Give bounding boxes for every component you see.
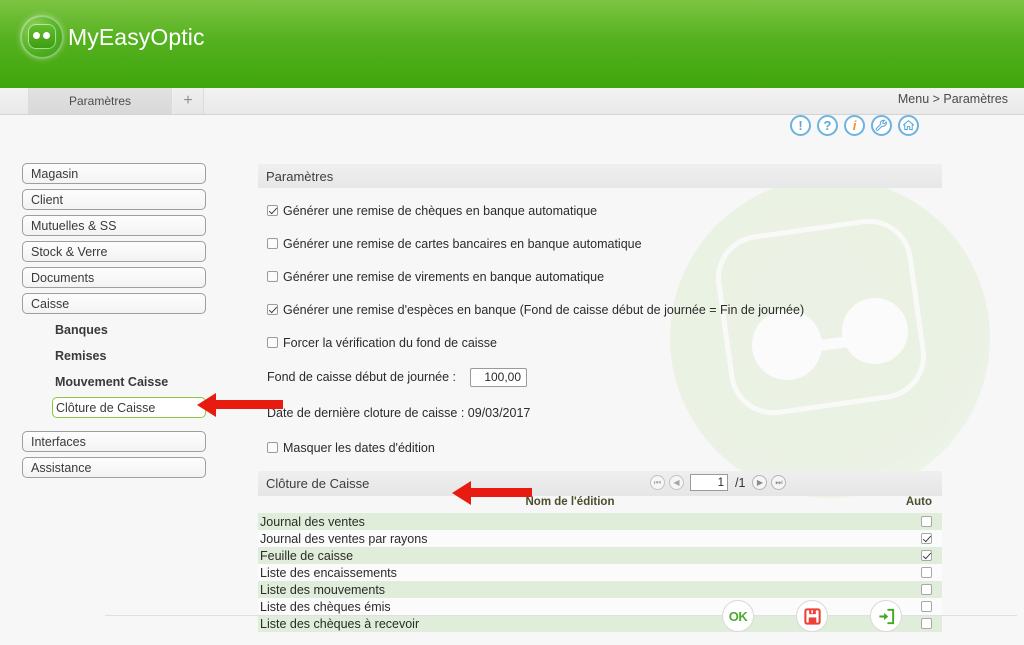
sidebar-item-stock-verre[interactable]: Stock & Verre	[22, 241, 206, 262]
fond-caisse-label: Fond de caisse début de journée :	[267, 370, 457, 384]
footer-actions: OK	[722, 600, 902, 632]
home-icon[interactable]	[898, 115, 919, 136]
alert-icon[interactable]: !	[790, 115, 811, 136]
subpanel-title-cloture: Clôture de Caisse ⏮ ◀ /1 ▶ ⏭	[258, 471, 942, 496]
help-icon[interactable]: ?	[817, 115, 838, 136]
label-masquer-dates: Masquer les dates d'édition	[283, 440, 435, 455]
save-button[interactable]	[796, 600, 828, 632]
row-label: Liste des chèques émis	[260, 599, 391, 614]
option-row-especes[interactable]: Générer une remise d'espèces en banque (…	[258, 299, 942, 320]
brand-logo: MyEasyOptic	[20, 15, 205, 59]
row-auto-checkbox[interactable]	[921, 567, 932, 578]
option-row-virements[interactable]: Générer une remise de virements en banqu…	[258, 266, 942, 287]
table-row[interactable]: Journal des ventes par rayons	[258, 530, 942, 547]
label-remise-cartes-bancaires: Générer une remise de cartes bancaires e…	[283, 236, 642, 251]
sidebar-item-magasin[interactable]: Magasin	[22, 163, 206, 184]
floppy-disk-icon	[803, 607, 821, 625]
ok-button[interactable]: OK	[722, 600, 754, 632]
app-header: MyEasyOptic	[0, 0, 1024, 88]
ok-button-label: OK	[728, 608, 748, 624]
settings-wrench-icon[interactable]	[871, 115, 892, 136]
panel-title-parametres: Paramètres	[258, 164, 942, 188]
cloture-title: Clôture de Caisse	[266, 476, 370, 491]
pager-prev-button[interactable]: ◀	[669, 475, 684, 490]
row-label: Journal des ventes	[260, 514, 365, 529]
tab-parametres[interactable]: Paramètres	[28, 88, 172, 114]
glasses-logo-icon	[20, 15, 64, 59]
logo-square-shape	[29, 25, 55, 48]
row-auto-checkbox[interactable]	[921, 618, 932, 629]
add-tab-button[interactable]: +	[173, 88, 204, 114]
sidebar: Magasin Client Mutuelles & SS Stock & Ve…	[22, 163, 206, 483]
sidebar-item-documents[interactable]: Documents	[22, 267, 206, 288]
row-auto-checkbox[interactable]	[921, 584, 932, 595]
last-closure-row: Date de dernière cloture de caisse : 09/…	[258, 401, 942, 425]
checkbox-remise-cheques[interactable]	[267, 205, 278, 216]
sidebar-item-mutuelles-ss[interactable]: Mutuelles & SS	[22, 215, 206, 236]
table-row[interactable]: Journal des ventes	[258, 513, 942, 530]
checkbox-forcer-verification[interactable]	[267, 337, 278, 348]
pagination-controls: ⏮ ◀ /1 ▶ ⏭	[650, 474, 787, 491]
option-row-cartes-bancaires[interactable]: Générer une remise de cartes bancaires e…	[258, 233, 942, 254]
pager-first-button[interactable]: ⏮	[650, 475, 665, 490]
exit-door-icon	[878, 608, 894, 624]
fond-caisse-input[interactable]	[470, 367, 528, 387]
last-closure-text: Date de dernière cloture de caisse : 09/…	[267, 406, 531, 420]
row-label: Liste des encaissements	[260, 565, 397, 580]
table-header-row: Nom de l'édition Auto	[258, 496, 942, 513]
label-forcer-verification: Forcer la vérification du fond de caisse	[283, 335, 497, 350]
sidebar-item-client[interactable]: Client	[22, 189, 206, 210]
row-label: Liste des chèques à recevoir	[260, 616, 420, 631]
sidebar-item-caisse[interactable]: Caisse	[22, 293, 206, 314]
tab-strip: Paramètres + Menu > Paramètres	[0, 88, 1024, 115]
row-auto-checkbox[interactable]	[921, 550, 932, 561]
table-row[interactable]: Liste des mouvements	[258, 581, 942, 598]
breadcrumb: Menu > Paramètres	[897, 92, 1008, 106]
brand-name: MyEasyOptic	[68, 23, 205, 50]
table-row[interactable]: Liste des encaissements	[258, 564, 942, 581]
main-panel: Paramètres Générer une remise de chèques…	[258, 164, 942, 632]
sidebar-item-banques[interactable]: Banques	[52, 319, 206, 340]
logo-eye-left	[33, 32, 40, 39]
pager-next-button[interactable]: ▶	[752, 475, 768, 490]
row-label: Feuille de caisse	[260, 548, 354, 563]
sidebar-item-cloture-de-caisse[interactable]: Clôture de Caisse	[52, 397, 206, 418]
checkbox-masquer-dates[interactable]	[267, 442, 278, 453]
fond-caisse-row: Fond de caisse début de journée :	[258, 365, 942, 389]
row-label: Journal des ventes par rayons	[260, 531, 428, 546]
sidebar-item-assistance[interactable]: Assistance	[22, 457, 206, 478]
pager-page-input[interactable]	[690, 474, 728, 491]
option-row-verification-fond[interactable]: Forcer la vérification du fond de caisse	[258, 332, 942, 353]
row-label: Liste des mouvements	[260, 582, 386, 597]
row-auto-checkbox[interactable]	[921, 533, 932, 544]
sidebar-item-mouvement-caisse[interactable]: Mouvement Caisse	[52, 371, 206, 392]
option-row-masquer-dates[interactable]: Masquer les dates d'édition	[258, 437, 942, 458]
info-icon[interactable]: i	[844, 115, 865, 136]
checkbox-remise-especes[interactable]	[267, 304, 278, 315]
sidebar-item-interfaces[interactable]: Interfaces	[22, 431, 206, 452]
toolbar-icons: ! ? i	[790, 115, 919, 136]
label-remise-cheques: Générer une remise de chèques en banque …	[283, 203, 598, 218]
pager-last-button[interactable]: ⏭	[771, 475, 787, 490]
row-auto-checkbox[interactable]	[921, 516, 932, 527]
pager-total-pages: /1	[735, 475, 746, 490]
table-row[interactable]: Feuille de caisse	[258, 547, 942, 564]
sidebar-item-remises[interactable]: Remises	[52, 345, 206, 366]
label-remise-virements: Générer une remise de virements en banqu…	[283, 269, 605, 284]
column-header-auto: Auto	[905, 496, 932, 508]
option-row-cheques[interactable]: Générer une remise de chèques en banque …	[258, 200, 942, 221]
checkbox-remise-virements[interactable]	[267, 271, 278, 282]
exit-button[interactable]	[870, 600, 902, 632]
checkbox-remise-cartes-bancaires[interactable]	[267, 238, 278, 249]
column-header-nom-edition: Nom de l'édition	[525, 496, 615, 508]
row-auto-checkbox[interactable]	[921, 601, 932, 612]
logo-eye-right	[43, 32, 50, 39]
label-remise-especes: Générer une remise d'espèces en banque (…	[283, 302, 805, 317]
